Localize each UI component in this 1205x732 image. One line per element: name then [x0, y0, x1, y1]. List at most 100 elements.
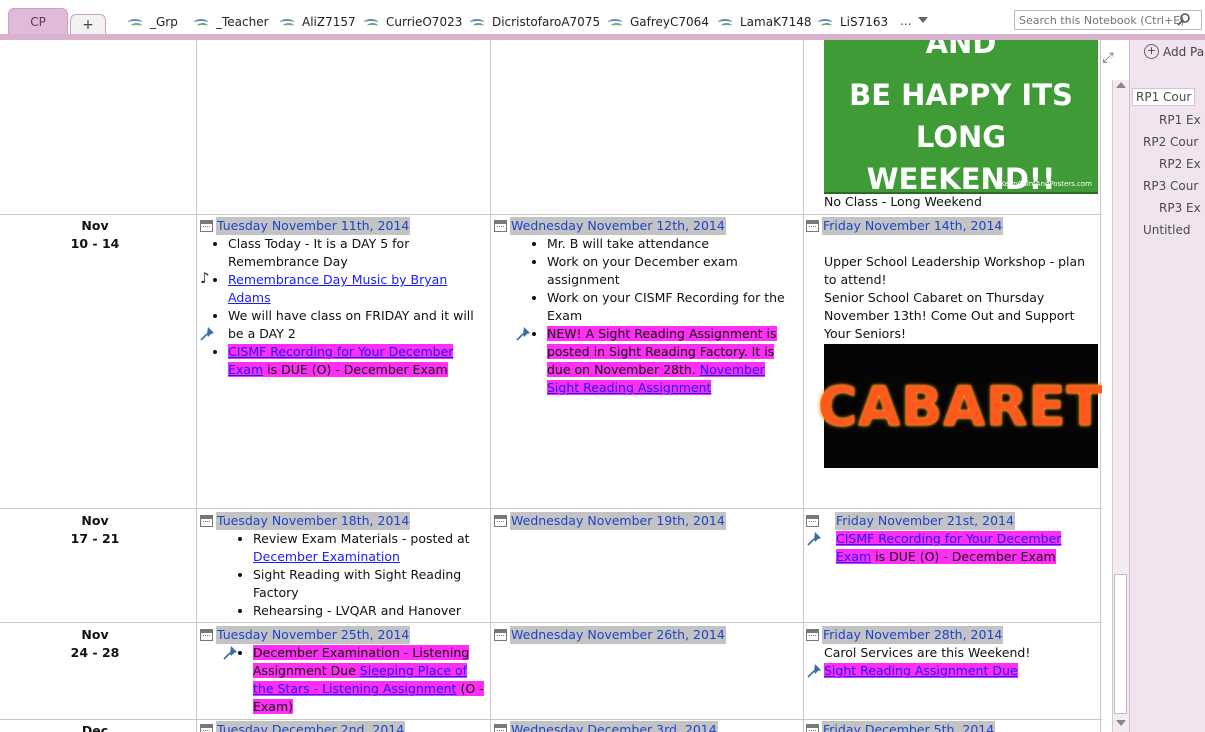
scroll-down-icon[interactable]	[1116, 720, 1126, 726]
more-sections-button[interactable]: ...	[900, 14, 911, 28]
wednesday-cell[interactable]: Wednesday December 3rd, 2014	[494, 721, 718, 732]
friday-cell[interactable]: Friday December 5th, 2014	[806, 721, 996, 732]
scrollbar-thumb[interactable]	[1114, 574, 1127, 714]
week-label: Nov 17 - 21	[0, 512, 190, 548]
date-heading: Tuesday December 2nd, 2014	[216, 721, 406, 732]
table-divider	[0, 214, 1102, 215]
list-item: Work on your December exam assignment	[547, 253, 800, 289]
note-text: Upper School Leadership Workshop - plan …	[824, 254, 1086, 287]
calendar-icon	[494, 629, 507, 641]
vertical-scrollbar[interactable]	[1112, 80, 1129, 732]
page-item-untitled[interactable]: Untitled	[1143, 223, 1190, 237]
image-text-line: BE HAPPY ITS	[849, 78, 1073, 112]
add-section-button[interactable]: +	[70, 14, 106, 35]
tuesday-cell[interactable]: Tuesday November 25th, 2014 December Exa…	[200, 626, 488, 716]
cabaret-image: CABARET	[818, 344, 1102, 468]
pin-icon	[516, 327, 530, 341]
section-tab-label: AliZ7157	[302, 15, 356, 29]
due-text: is DUE (O) - December Exam	[871, 549, 1056, 564]
date-heading: Friday November 21st, 2014	[835, 512, 1015, 530]
section-tab-gafreyc7064[interactable]: GafreyC7064	[608, 12, 709, 32]
section-tab-label: CurrieO7023	[386, 15, 463, 29]
date-heading: Tuesday November 11th, 2014	[216, 217, 411, 235]
music-link[interactable]: Remembrance Day Music by Bryan Adams	[228, 272, 447, 305]
list-item: Mr. B will take attendance	[547, 235, 800, 253]
expand-icon[interactable]: ⤢	[1098, 50, 1118, 70]
notebook-tab-bar: CP + _Grp _Teacher AliZ7157 CurrieO7023 …	[0, 0, 1205, 40]
list-item: Work on your CISMF Recording for the Exa…	[547, 289, 800, 325]
section-tab-label: LamaK7148	[740, 15, 812, 29]
section-tab-dicristofaroa7075[interactable]: DicristofaroA7075	[470, 12, 600, 32]
note-text: Senior School Cabaret on Thursday Novemb…	[824, 290, 1075, 341]
list-item: Rehearsing - LVQAR and Hanover	[253, 602, 488, 620]
page-item-rp2-cour[interactable]: RP2 Cour	[1143, 135, 1198, 149]
table-divider	[196, 40, 197, 732]
section-tab-grp[interactable]: _Grp	[128, 12, 178, 32]
section-group-icon	[608, 16, 624, 28]
week-label: Dec	[0, 722, 190, 732]
page-canvas[interactable]: AND BE HAPPY ITS LONG WEEKEND!! KeepCalm…	[0, 40, 1102, 732]
page-item-rp1-cour[interactable]: RP1 Cour	[1132, 88, 1196, 106]
date-heading: Tuesday November 18th, 2014	[216, 512, 411, 530]
calendar-icon	[806, 515, 819, 527]
section-group-icon	[280, 16, 296, 28]
table-divider	[0, 508, 1102, 509]
chevron-down-icon[interactable]	[918, 17, 928, 23]
date-heading: Friday November 28th, 2014	[822, 626, 1004, 644]
week-month: Nov	[81, 627, 109, 642]
pin-icon	[807, 664, 821, 678]
list-item: December Examination - Listening Assignm…	[253, 644, 488, 716]
week-label: Nov 10 - 14	[0, 217, 190, 253]
search-icon[interactable]	[1176, 12, 1192, 28]
date-heading: Wednesday November 12th, 2014	[510, 217, 726, 235]
wednesday-cell[interactable]: Wednesday November 19th, 2014	[494, 512, 800, 530]
tuesday-cell[interactable]: Tuesday November 18th, 2014 Review Exam …	[200, 512, 488, 620]
cabaret-image-text: CABARET	[817, 374, 1102, 438]
date-heading: Wednesday December 3rd, 2014	[510, 721, 718, 732]
page-item-rp2-ex[interactable]: RP2 Ex	[1159, 157, 1201, 171]
friday-cell[interactable]: Friday November 14th, 2014 Upper School …	[806, 217, 1100, 343]
section-group-icon	[364, 16, 380, 28]
calendar-icon	[200, 724, 213, 732]
december-exam-link[interactable]: December Examination	[253, 549, 400, 564]
music-note-icon: ♪	[200, 269, 210, 287]
tuesday-cell[interactable]: Tuesday December 2nd, 2014	[200, 721, 406, 732]
table-divider	[0, 622, 1102, 623]
friday-cell[interactable]: Friday November 21st, 2014 CISMF Recordi…	[806, 512, 1100, 566]
section-tab-currieo7023[interactable]: CurrieO7023	[364, 12, 462, 32]
add-page-button[interactable]: + Add Pa	[1144, 44, 1204, 59]
list-item-text: Review Exam Materials - posted at	[253, 531, 470, 546]
page-item-rp3-ex[interactable]: RP3 Ex	[1159, 201, 1201, 215]
wednesday-cell[interactable]: Wednesday November 12th, 2014 Mr. B will…	[494, 217, 800, 397]
scroll-up-icon[interactable]	[1116, 82, 1126, 88]
section-tab-aliz7157[interactable]: AliZ7157	[280, 12, 356, 32]
week-range: 10 - 14	[70, 236, 120, 251]
plus-icon: +	[1144, 44, 1159, 59]
friday-cell[interactable]: Friday November 28th, 2014 Carol Service…	[806, 626, 1100, 680]
long-weekend-image: AND BE HAPPY ITS LONG WEEKEND!! KeepCalm…	[824, 40, 1098, 196]
note-text: Carol Services are this Weekend!	[824, 645, 1031, 660]
section-tab-label: _Teacher	[216, 15, 269, 29]
calendar-icon	[200, 220, 213, 232]
calendar-icon	[806, 724, 819, 732]
calendar-icon	[200, 515, 213, 527]
week-month: Dec	[81, 723, 109, 732]
list-item: Review Exam Materials - posted at Decemb…	[253, 530, 488, 566]
section-tab-lamak7148[interactable]: LamaK7148	[718, 12, 812, 32]
page-item-rp1-ex[interactable]: RP1 Ex	[1159, 113, 1201, 127]
calendar-icon	[806, 220, 819, 232]
section-tab-teacher[interactable]: _Teacher	[194, 12, 269, 32]
image-credit: KeepCalmAndPosters.com	[1000, 180, 1092, 188]
week-range: 24 - 28	[70, 645, 120, 660]
tuesday-cell[interactable]: Tuesday November 11th, 2014 Class Today …	[200, 217, 488, 379]
section-tab-lis7163[interactable]: LiS7163	[818, 12, 888, 32]
page-list-pane: + Add Pa RP1 Cour RP1 Ex RP2 Cour RP2 Ex …	[1129, 40, 1205, 732]
page-item-rp3-cour[interactable]: RP3 Cour	[1143, 179, 1198, 193]
wednesday-cell[interactable]: Wednesday November 26th, 2014	[494, 626, 800, 644]
notebook-tab-cp[interactable]: CP	[8, 8, 68, 35]
search-input[interactable]	[1014, 10, 1202, 30]
section-group-icon	[718, 16, 734, 28]
section-group-icon	[194, 16, 210, 28]
table-divider	[803, 40, 804, 732]
sight-reading-due-link[interactable]: Sight Reading Assignment Due	[824, 663, 1018, 678]
